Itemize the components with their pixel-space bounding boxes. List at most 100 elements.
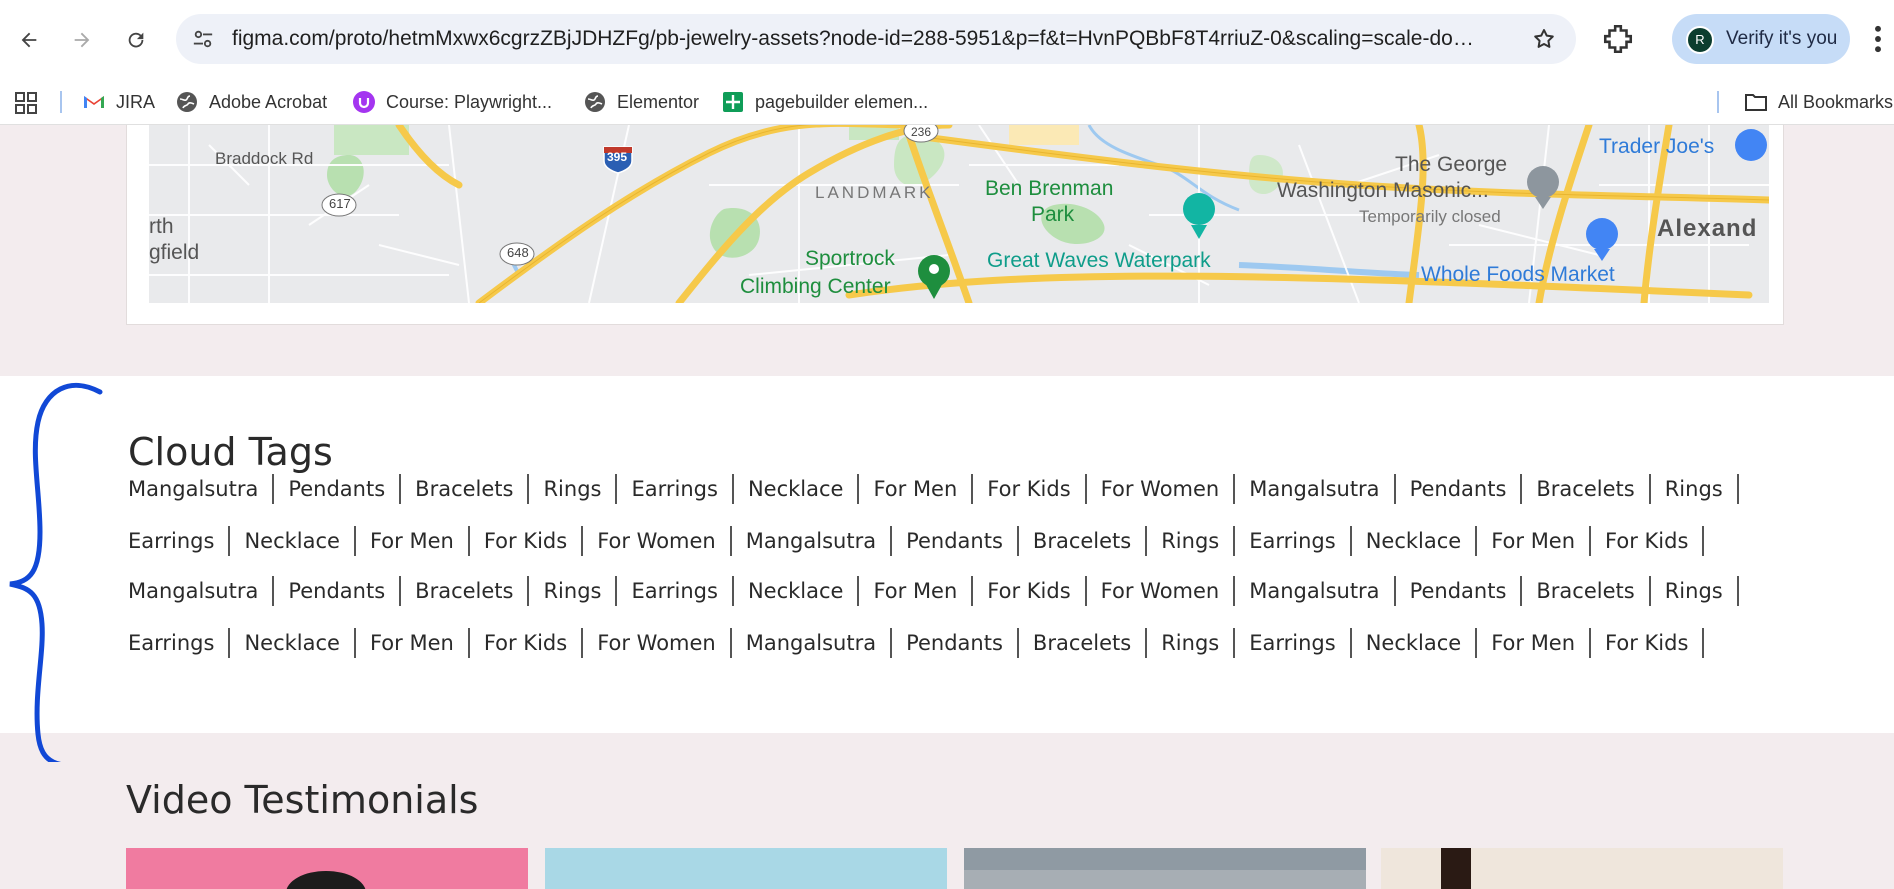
map-label: Washington Masonic...	[1277, 179, 1489, 202]
cloud-tag[interactable]: Bracelets	[401, 474, 530, 504]
folder-icon	[1744, 90, 1768, 114]
tag-row: Mangalsutra Pendants Bracelets Rings Earring…	[128, 574, 1739, 608]
cloud-tag[interactable]: For Women	[583, 628, 732, 658]
map-label: Climbing Center	[740, 275, 891, 298]
cloud-tag[interactable]: Earrings	[617, 474, 734, 504]
cloud-tag[interactable]: For Kids	[1591, 628, 1705, 658]
url-text[interactable]: figma.com/proto/hetmMxwx6cgrzZBjJDHZFg/p…	[232, 27, 1482, 51]
route-label: 617	[329, 196, 351, 211]
page-content: Braddock Rd 617 648 395 236 LANDMARK Ben…	[0, 125, 1894, 889]
reload-button[interactable]	[116, 20, 156, 60]
cloud-tag[interactable]: Rings	[529, 474, 618, 504]
cloud-tag[interactable]: Earrings	[128, 526, 231, 556]
cloud-tag[interactable]: For Men	[1477, 628, 1592, 658]
cloud-tag[interactable]: Mangalsutra	[128, 474, 275, 504]
map-label: Ben Brenman	[985, 177, 1114, 200]
map-label: gfield	[149, 241, 200, 264]
cloud-tag[interactable]: Bracelets	[1522, 576, 1651, 606]
cloud-tags-title: Cloud Tags	[128, 430, 333, 474]
extensions-icon[interactable]	[1601, 22, 1635, 56]
cloud-tag[interactable]: Pendants	[1396, 474, 1523, 504]
cloud-tag[interactable]: Bracelets	[1522, 474, 1651, 504]
cloud-tag[interactable]: Rings	[1147, 628, 1236, 658]
bookmark-adobe-acrobat[interactable]: Adobe Acrobat	[175, 88, 327, 116]
cloud-tag[interactable]: For Men	[356, 628, 470, 658]
verify-identity-chip[interactable]: R Verify it's you	[1672, 14, 1850, 64]
reload-icon	[128, 32, 144, 48]
cloud-tag[interactable]: For Women	[1087, 474, 1236, 504]
forward-button[interactable]	[62, 20, 102, 60]
map-label: Great Waves Waterpark	[987, 249, 1211, 272]
cloud-tag[interactable]: For Men	[859, 474, 974, 504]
video-testimonials-title: Video Testimonials	[126, 778, 479, 822]
udemy-icon	[352, 90, 376, 114]
bookmark-label: JIRA	[116, 91, 156, 112]
cloud-tag[interactable]: For Kids	[973, 576, 1087, 606]
bookmark-label: Elementor	[617, 91, 700, 112]
avatar: R	[1686, 26, 1714, 54]
cloud-tag[interactable]: Necklace	[1352, 526, 1478, 556]
cloud-tag[interactable]: For Kids	[470, 628, 584, 658]
cloud-tag[interactable]: Earrings	[1235, 628, 1352, 658]
bookmark-star-icon[interactable]	[1532, 27, 1556, 51]
cloud-tag[interactable]: Pendants	[1396, 576, 1523, 606]
cloud-tag[interactable]: Necklace	[734, 576, 860, 606]
all-bookmarks-button[interactable]: All Bookmarks	[1744, 88, 1893, 116]
tag-row: Earrings Necklace For Men For Kids For Women…	[128, 524, 1705, 558]
cloud-tag[interactable]: Earrings	[128, 628, 231, 658]
arrow-left-icon	[21, 32, 37, 48]
site-settings-icon[interactable]	[192, 28, 214, 50]
bookmarks-bar: JIRA Adobe Acrobat Course: Playwright...…	[0, 79, 1894, 125]
bookmark-pagebuilder[interactable]: pagebuilder elemen...	[721, 88, 928, 116]
bookmark-elementor[interactable]: Elementor	[583, 88, 699, 116]
apps-grid-icon[interactable]	[14, 91, 38, 115]
cloud-tag[interactable]: For Men	[1477, 526, 1592, 556]
bookmark-course-playwright[interactable]: Course: Playwright...	[352, 88, 552, 116]
back-button[interactable]	[9, 20, 49, 60]
more-menu-icon[interactable]	[1868, 22, 1888, 56]
cloud-tag[interactable]: Rings	[1651, 474, 1739, 504]
cloud-tag[interactable]: Mangalsutra	[128, 576, 275, 606]
route-label: 236	[911, 125, 932, 139]
cloud-tag[interactable]: For Kids	[1591, 526, 1705, 556]
cloud-tag[interactable]: Pendants	[892, 628, 1019, 658]
address-bar[interactable]: figma.com/proto/hetmMxwx6cgrzZBjJDHZFg/p…	[176, 14, 1576, 64]
cloud-tag[interactable]: For Kids	[470, 526, 584, 556]
all-bookmarks-label: All Bookmarks	[1778, 91, 1894, 112]
cloud-tag[interactable]: Earrings	[617, 576, 734, 606]
cloud-tag[interactable]: Mangalsutra	[1235, 576, 1396, 606]
bookmark-label: Course: Playwright...	[386, 91, 553, 112]
cloud-tag[interactable]: For Kids	[973, 474, 1087, 504]
cloud-tag[interactable]: Earrings	[1235, 526, 1352, 556]
cloud-tag[interactable]: Bracelets	[1019, 628, 1148, 658]
cloud-tag[interactable]: For Women	[1087, 576, 1236, 606]
map-label: Park	[1031, 203, 1075, 226]
cloud-tag[interactable]: Bracelets	[401, 576, 530, 606]
cloud-tag[interactable]: Rings	[1147, 526, 1236, 556]
cloud-tag[interactable]: For Women	[583, 526, 732, 556]
cloud-tag[interactable]: Mangalsutra	[732, 628, 893, 658]
cloud-tag[interactable]: Mangalsutra	[1235, 474, 1396, 504]
bookmarks-separator	[60, 91, 62, 113]
gmail-icon	[82, 90, 106, 114]
cloud-tag[interactable]: Rings	[1651, 576, 1739, 606]
embedded-map[interactable]: Braddock Rd 617 648 395 236 LANDMARK Ben…	[149, 125, 1769, 303]
cloud-tags-section: Cloud Tags Mangalsutra Pendants Bracelets R…	[0, 376, 1894, 733]
cloud-tag[interactable]: Pendants	[892, 526, 1019, 556]
arrow-right-icon	[74, 32, 90, 48]
cloud-tag[interactable]: Pendants	[274, 474, 402, 504]
cloud-tag[interactable]: Bracelets	[1019, 526, 1148, 556]
cloud-tag[interactable]: Necklace	[230, 628, 356, 658]
cloud-tag[interactable]: Necklace	[230, 526, 356, 556]
cloud-tag[interactable]: Necklace	[734, 474, 860, 504]
globe-icon	[175, 90, 199, 114]
bookmark-jira[interactable]: JIRA	[82, 88, 155, 116]
cloud-tag[interactable]: Rings	[529, 576, 618, 606]
cloud-tag[interactable]: Necklace	[1352, 628, 1478, 658]
cloud-tag[interactable]: Pendants	[274, 576, 402, 606]
bookmarks-separator	[1717, 91, 1719, 113]
cloud-tag[interactable]: For Men	[356, 526, 470, 556]
cloud-tag[interactable]: For Men	[859, 576, 974, 606]
cloud-tag[interactable]: Mangalsutra	[732, 526, 893, 556]
map-label: Sportrock	[805, 247, 895, 270]
